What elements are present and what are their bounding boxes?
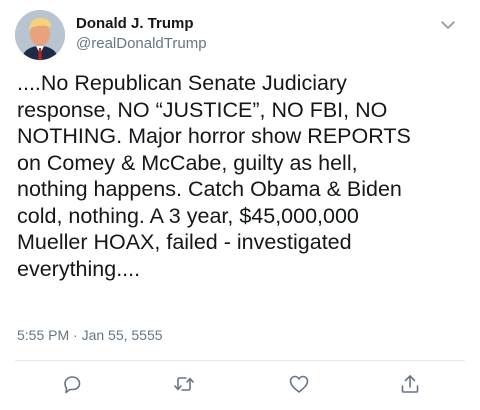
tweet-text: ....No Republican Senate Judiciary respo… (17, 71, 411, 281)
retweet-icon[interactable] (172, 372, 196, 396)
author-name[interactable]: Donald J. Trump (76, 15, 194, 32)
like-icon[interactable] (287, 372, 311, 396)
action-bar (0, 372, 480, 398)
share-icon[interactable] (398, 372, 422, 396)
avatar[interactable] (15, 10, 65, 60)
tweet-timestamp[interactable]: 5:55 PM · Jan 55, 5555 (17, 327, 163, 343)
divider (15, 360, 465, 361)
author-handle[interactable]: @realDonaldTrump (76, 35, 207, 52)
tweet-card: Donald J. Trump @realDonaldTrump ....No … (0, 0, 480, 410)
reply-icon[interactable] (60, 372, 84, 396)
chevron-down-icon[interactable] (440, 18, 456, 30)
profile-photo-icon (15, 10, 65, 60)
